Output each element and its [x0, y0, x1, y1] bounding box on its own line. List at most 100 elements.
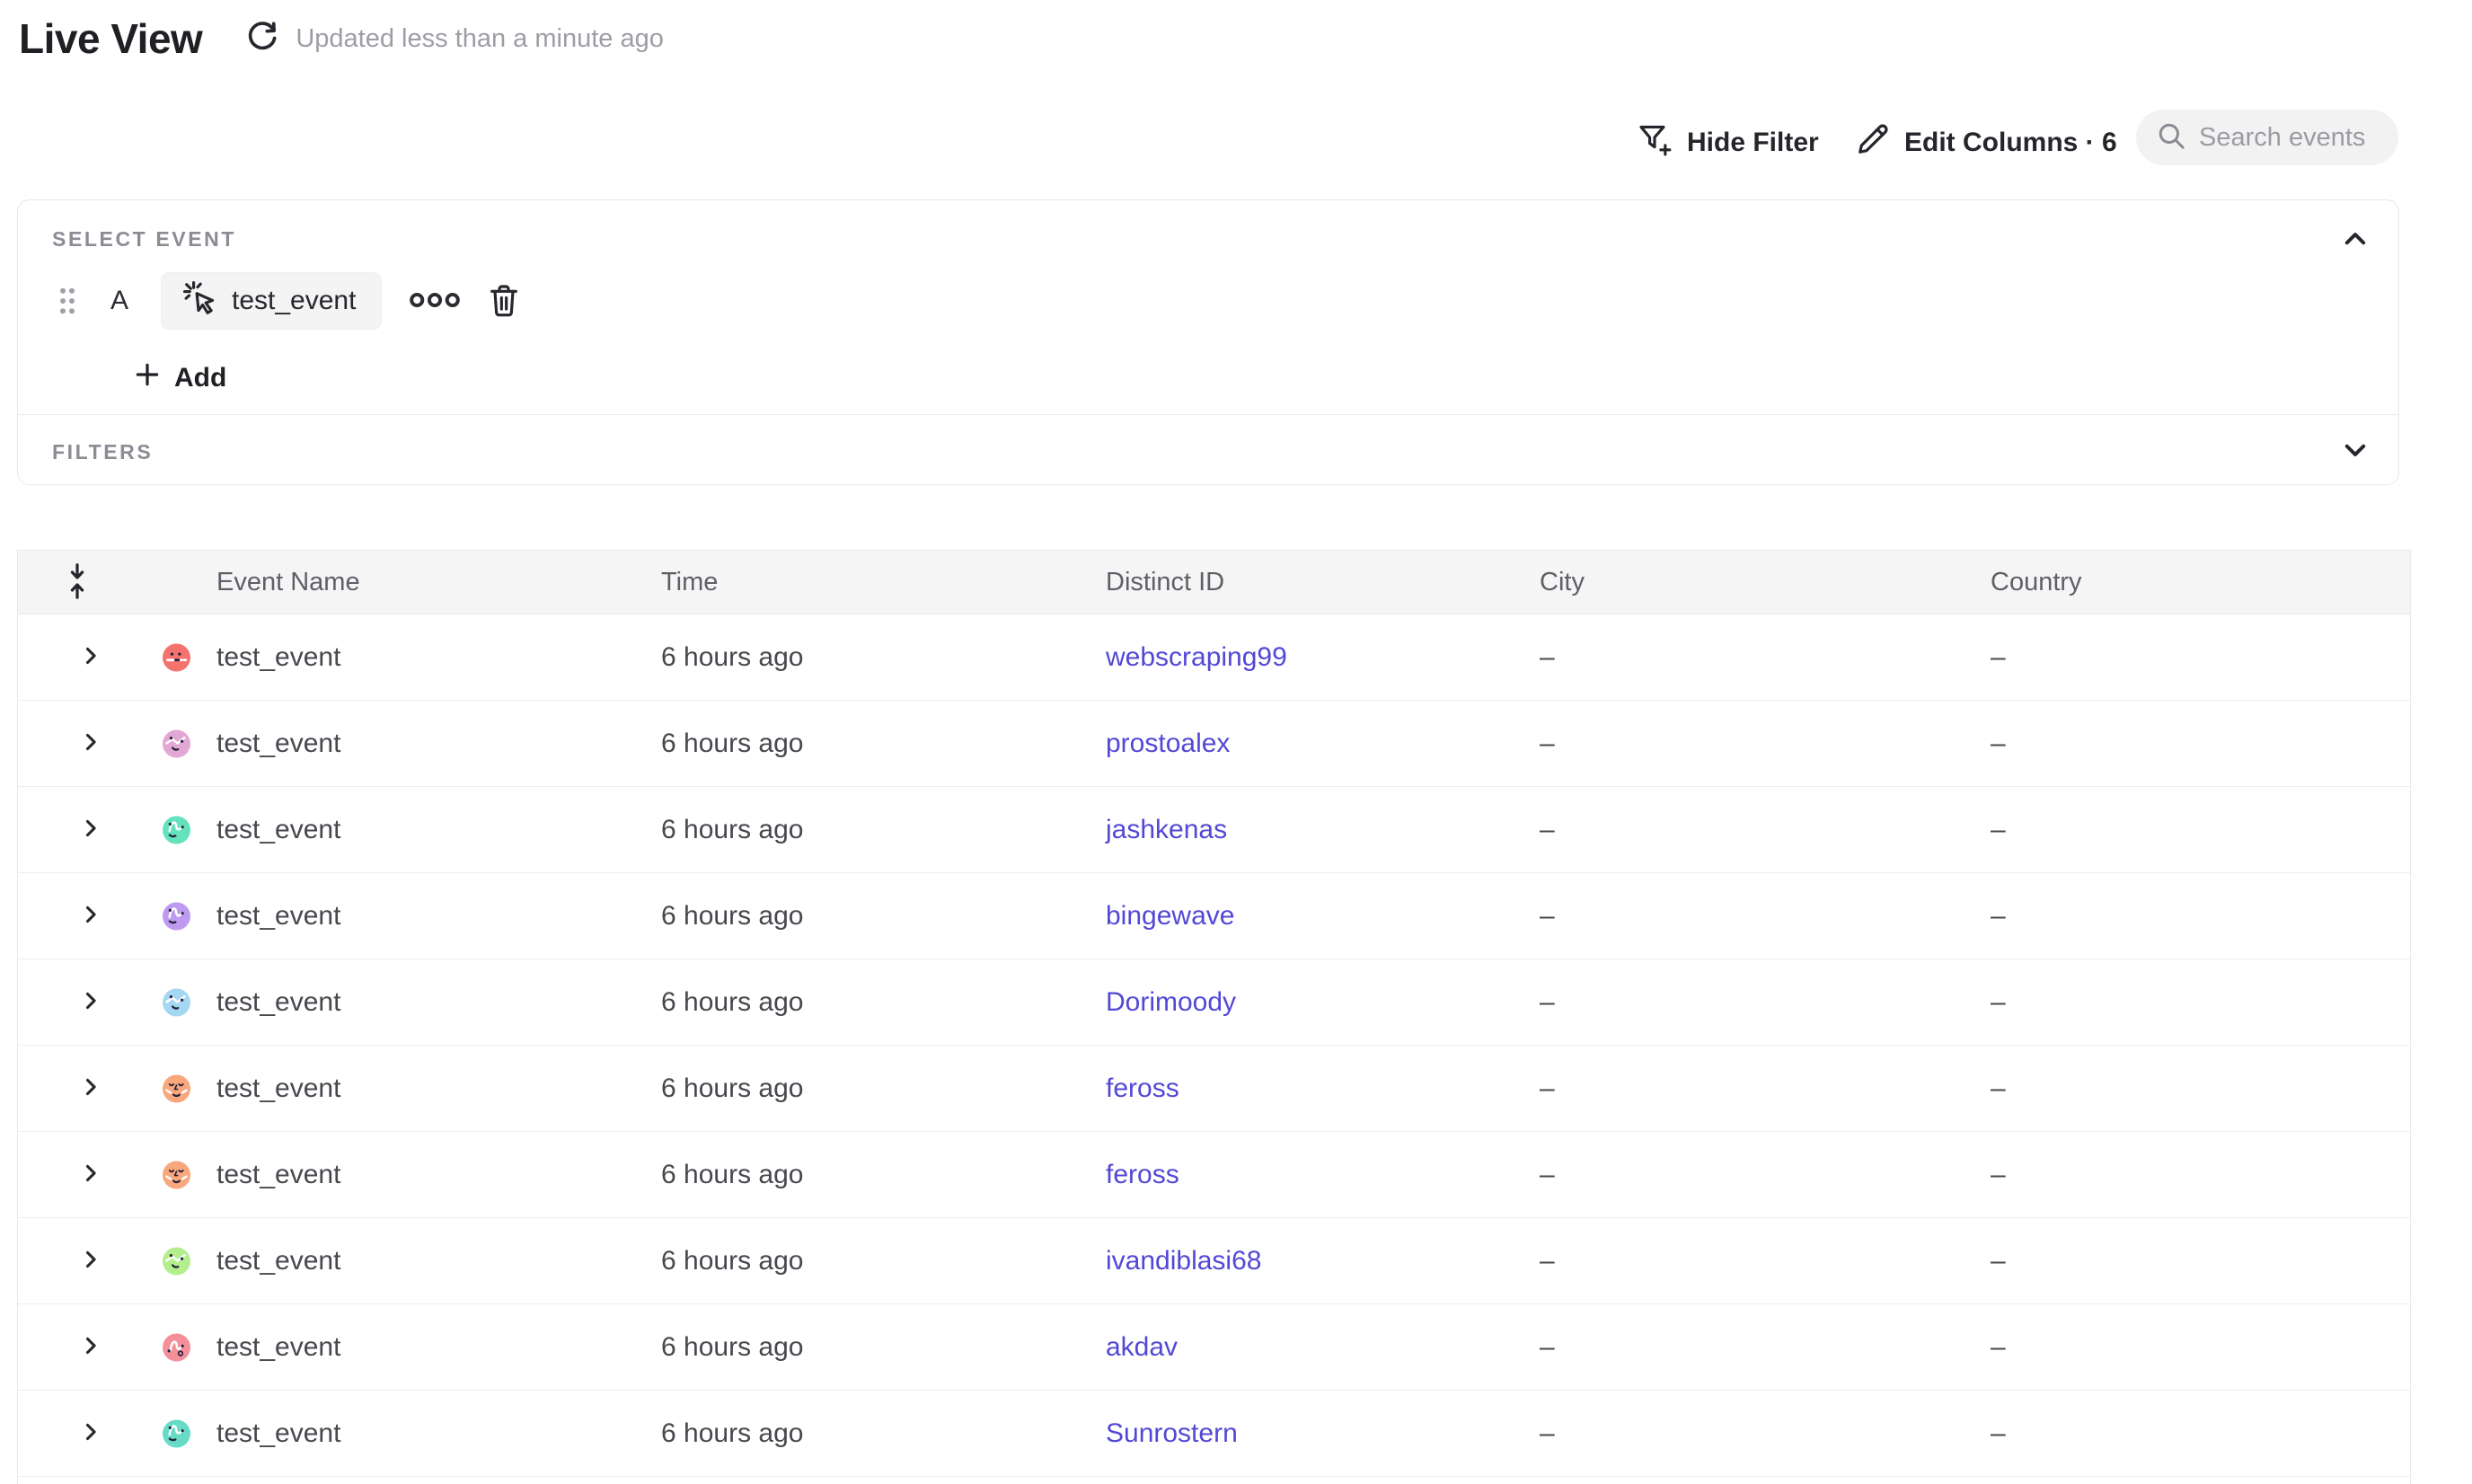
expand-row-button[interactable] — [75, 1329, 107, 1365]
country-cell: – — [1964, 901, 2410, 932]
distinct-id-cell: feross — [1080, 1073, 1514, 1104]
table-row[interactable]: test_event6 hours agoakdav–– — [18, 1304, 2410, 1391]
collapse-section-button[interactable] — [2335, 220, 2375, 260]
avatar — [137, 719, 190, 769]
distinct-id-link[interactable]: ivandiblasi68 — [1106, 1246, 1261, 1276]
add-label: Add — [174, 363, 226, 393]
delete-event-button[interactable] — [486, 282, 522, 321]
collapse-all-rows-button[interactable] — [18, 551, 137, 614]
chevron-right-icon — [78, 1419, 103, 1447]
table-row[interactable]: test_event6 hours agobingewave–– — [18, 873, 2410, 959]
expand-row-button[interactable] — [75, 1243, 107, 1278]
add-event-button[interactable]: Add — [133, 355, 226, 402]
column-header-country[interactable]: Country — [1964, 568, 2410, 597]
country-cell: – — [1964, 1418, 2410, 1449]
table-row[interactable]: test_event6 hours agoDorimoody–– — [18, 959, 2410, 1046]
distinct-id-link[interactable]: bingewave — [1106, 901, 1234, 931]
time-cell: 6 hours ago — [635, 1418, 1080, 1449]
search-input[interactable] — [2199, 123, 2382, 153]
filters-section: FILTERS — [18, 415, 2398, 486]
city-cell: – — [1514, 987, 1964, 1018]
page-title: Live View — [19, 14, 202, 63]
column-header-distinct-id[interactable]: Distinct ID — [1080, 568, 1514, 597]
event-name-cell: test_event — [190, 1160, 635, 1190]
search-icon — [2156, 120, 2186, 155]
expand-row-button[interactable] — [75, 1157, 107, 1192]
column-header-event-name[interactable]: Event Name — [190, 568, 635, 597]
table-row[interactable]: test_event6 hours agofeross–– — [18, 1046, 2410, 1132]
distinct-id-cell: akdav — [1080, 1332, 1514, 1363]
expand-row-button[interactable] — [75, 898, 107, 933]
distinct-id-link[interactable]: prostoalex — [1106, 729, 1230, 758]
refresh-button[interactable] — [242, 18, 283, 59]
distinct-id-cell: Sunrostern — [1080, 1418, 1514, 1449]
expand-row-cell — [18, 1416, 137, 1451]
page-header: Live View Updated less than a minute ago — [19, 14, 664, 63]
more-options-button[interactable] — [409, 288, 461, 314]
trash-icon — [486, 282, 522, 321]
time-cell: 6 hours ago — [635, 987, 1080, 1018]
event-name-cell: test_event — [190, 1073, 635, 1104]
distinct-id-cell: prostoalex — [1080, 729, 1514, 759]
selected-event-name: test_event — [232, 286, 356, 316]
expand-row-button[interactable] — [75, 640, 107, 675]
table-row[interactable]: test_event6 hours agoSunrostern–– — [18, 1391, 2410, 1477]
time-cell: 6 hours ago — [635, 1246, 1080, 1276]
expand-row-cell — [18, 812, 137, 847]
expand-row-button[interactable] — [75, 1071, 107, 1106]
events-table: Event NameTimeDistinct IDCityCountry tes… — [17, 550, 2411, 1484]
search-box[interactable] — [2136, 110, 2398, 165]
avatar — [137, 805, 190, 855]
expand-filters-button[interactable] — [2335, 431, 2375, 471]
table-row[interactable]: test_event6 hours agojashkenas–– — [18, 787, 2410, 873]
distinct-id-cell: Dorimoody — [1080, 987, 1514, 1018]
expand-row-cell — [18, 898, 137, 933]
country-cell: – — [1964, 729, 2410, 759]
event-name-cell: test_event — [190, 815, 635, 845]
expand-row-button[interactable] — [75, 985, 107, 1020]
expand-row-button[interactable] — [75, 1416, 107, 1451]
chevron-right-icon — [78, 1161, 103, 1188]
plus-icon — [133, 360, 162, 396]
expand-row-cell — [18, 1071, 137, 1106]
distinct-id-cell: feross — [1080, 1160, 1514, 1190]
city-cell: – — [1514, 815, 1964, 845]
chevron-right-icon — [78, 816, 103, 844]
distinct-id-link[interactable]: webscraping99 — [1106, 642, 1287, 672]
select-event-label: SELECT EVENT — [52, 227, 236, 252]
distinct-id-link[interactable]: Dorimoody — [1106, 987, 1236, 1017]
time-cell: 6 hours ago — [635, 1073, 1080, 1104]
expand-row-cell — [18, 640, 137, 675]
event-selector-chip[interactable]: test_event — [161, 272, 382, 330]
expand-row-cell — [18, 1329, 137, 1365]
table-row[interactable]: test_event6 hours agofeross–– — [18, 1132, 2410, 1218]
edit-columns-button[interactable]: Edit Columns · 6 — [1856, 117, 2117, 169]
time-cell: 6 hours ago — [635, 1160, 1080, 1190]
country-cell: – — [1964, 1246, 2410, 1276]
column-header-time[interactable]: Time — [635, 568, 1080, 597]
hide-filter-button[interactable]: Hide Filter — [1637, 117, 1819, 169]
expand-row-button[interactable] — [75, 726, 107, 761]
country-cell: – — [1964, 1332, 2410, 1363]
distinct-id-link[interactable]: akdav — [1106, 1332, 1178, 1362]
expand-row-cell — [18, 985, 137, 1020]
city-cell: – — [1514, 1073, 1964, 1104]
distinct-id-cell: bingewave — [1080, 901, 1514, 932]
event-name-cell: test_event — [190, 1246, 635, 1276]
distinct-id-link[interactable]: jashkenas — [1106, 815, 1227, 844]
city-cell: – — [1514, 729, 1964, 759]
table-header: Event NameTimeDistinct IDCityCountry — [18, 550, 2410, 614]
distinct-id-link[interactable]: feross — [1106, 1160, 1179, 1189]
column-header-city[interactable]: City — [1514, 568, 1964, 597]
country-cell: – — [1964, 815, 2410, 845]
distinct-id-link[interactable]: feross — [1106, 1073, 1179, 1103]
table-row[interactable]: test_event6 hours agoivandiblasi68–– — [18, 1218, 2410, 1304]
event-name-cell: test_event — [190, 987, 635, 1018]
expand-row-button[interactable] — [75, 812, 107, 847]
distinct-id-link[interactable]: Sunrostern — [1106, 1418, 1238, 1448]
table-row[interactable]: test_event6 hours agowebscraping99–– — [18, 614, 2410, 701]
drag-handle-icon[interactable] — [58, 286, 78, 316]
collapse-rows-icon — [64, 561, 91, 605]
city-cell: – — [1514, 1332, 1964, 1363]
table-row[interactable]: test_event6 hours agoprostoalex–– — [18, 701, 2410, 787]
